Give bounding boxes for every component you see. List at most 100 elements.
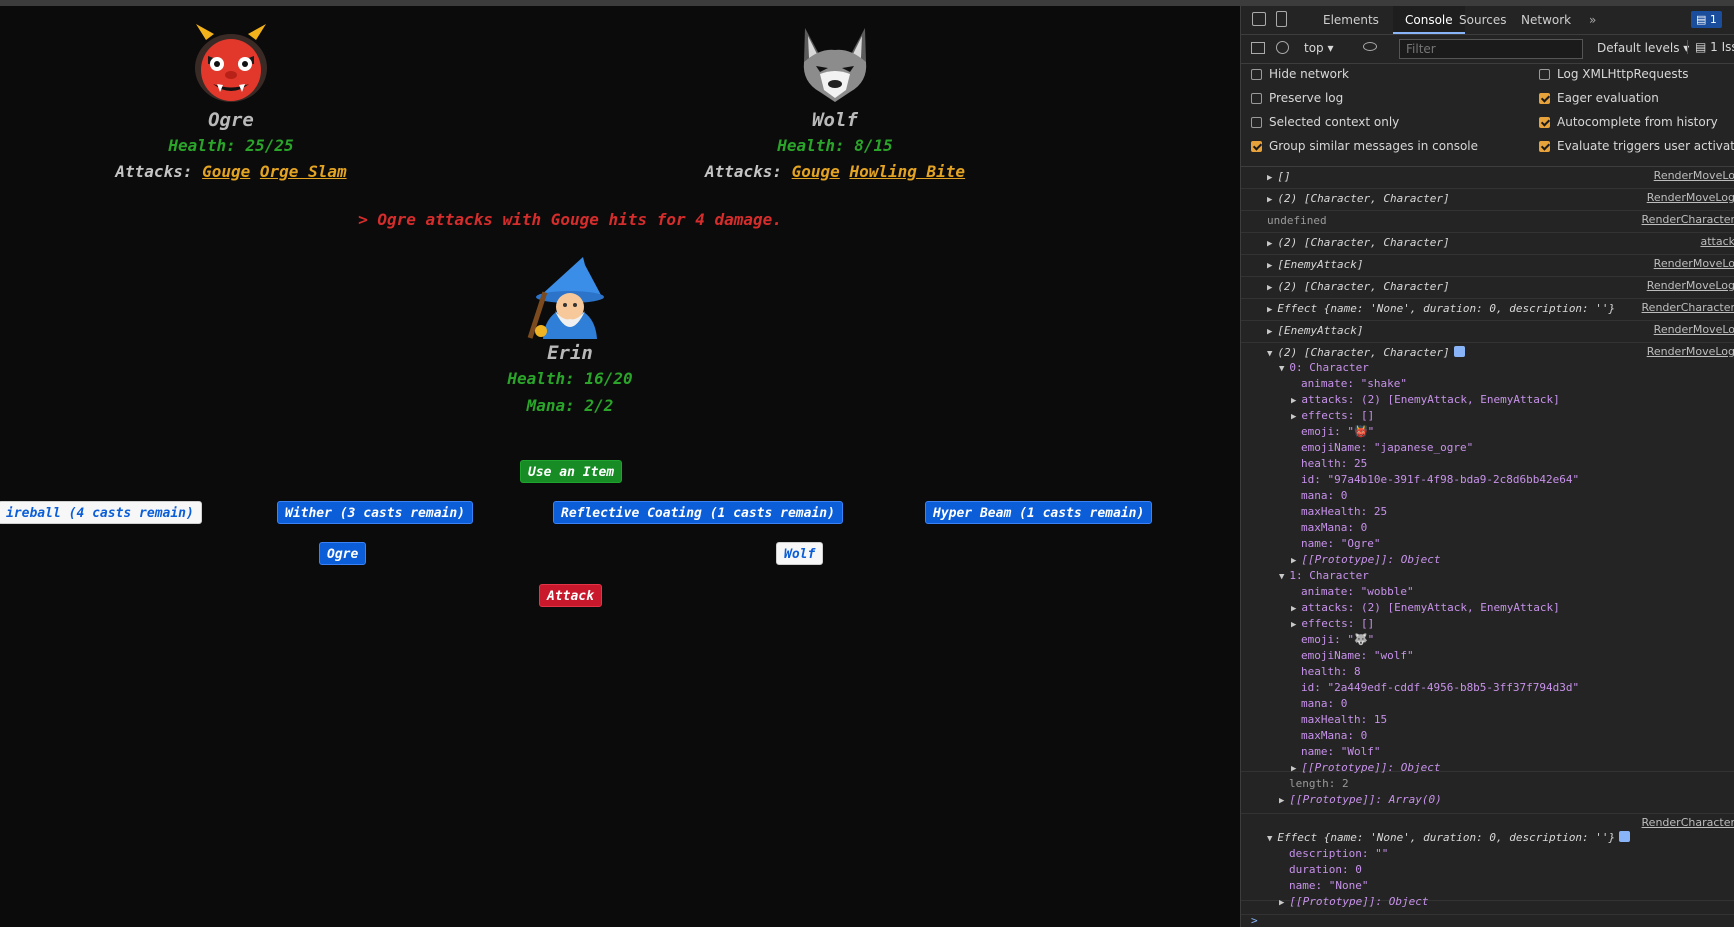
console-message-expanded[interactable]: ▼ (2) [Character, Character] RenderMoveLo… bbox=[1241, 343, 1734, 790]
issues-button[interactable]: ▤ 1 Issue bbox=[1687, 40, 1734, 54]
console-message[interactable]: ▶ [] RenderMoveLo bbox=[1241, 167, 1734, 189]
spell-button-fireball[interactable]: ireball (4 casts remain) bbox=[0, 501, 202, 524]
message-source[interactable]: RenderMoveLog bbox=[1647, 279, 1734, 292]
expand-triangle-icon[interactable]: ▶ bbox=[1291, 412, 1296, 422]
expand-triangle-icon[interactable]: ▶ bbox=[1291, 556, 1296, 566]
message-source[interactable]: RenderCharacter bbox=[1642, 213, 1734, 226]
expand-triangle-icon[interactable]: ▶ bbox=[1291, 396, 1296, 406]
target-button-ogre[interactable]: Ogre bbox=[319, 542, 367, 565]
enemy-health: Health: 8/15 bbox=[777, 136, 893, 155]
option-log-xhr[interactable]: Log XMLHttpRequests bbox=[1539, 66, 1689, 82]
console-message[interactable]: ▶ [EnemyAttack] RenderMoveLo bbox=[1241, 321, 1734, 343]
checkbox[interactable] bbox=[1539, 93, 1550, 104]
object-prop: [[Prototype]]: Array(0) bbox=[1289, 793, 1442, 806]
object-prop: emoji: "🐺" bbox=[1301, 633, 1375, 646]
expand-triangle-icon[interactable]: ▶ bbox=[1267, 239, 1272, 249]
filter-input[interactable] bbox=[1399, 39, 1583, 59]
expand-triangle-icon[interactable]: ▶ bbox=[1291, 604, 1296, 614]
checkbox[interactable] bbox=[1251, 117, 1262, 128]
option-preserve-log[interactable]: Preserve log bbox=[1251, 90, 1343, 106]
expand-triangle-icon[interactable]: ▶ bbox=[1291, 764, 1296, 774]
expand-triangle-icon[interactable]: ▶ bbox=[1267, 173, 1272, 183]
enemy-name: Ogre bbox=[208, 109, 254, 131]
inspect-element-icon[interactable] bbox=[1252, 12, 1266, 26]
checkbox[interactable] bbox=[1251, 93, 1262, 104]
console-message[interactable]: ▶ (2) [Character, Character] RenderMoveLog bbox=[1241, 277, 1734, 299]
issues-label: 1 Issue bbox=[1710, 40, 1734, 54]
clear-console-icon[interactable] bbox=[1276, 41, 1289, 54]
console-message[interactable]: ▶ (2) [Character, Character] attack bbox=[1241, 233, 1734, 255]
collapse-triangle-icon[interactable]: ▼ bbox=[1267, 349, 1272, 359]
expand-triangle-icon[interactable]: ▶ bbox=[1267, 261, 1272, 271]
message-source[interactable]: RenderMoveLo bbox=[1654, 257, 1734, 270]
device-toolbar-icon[interactable] bbox=[1276, 11, 1287, 27]
attack-link-howling-bite[interactable]: Howling Bite bbox=[849, 162, 965, 181]
checkbox[interactable] bbox=[1539, 117, 1550, 128]
message-source[interactable]: RenderMoveLo bbox=[1654, 169, 1734, 182]
target-button-wolf[interactable]: Wolf bbox=[776, 542, 824, 565]
attacks-label: Attacks: bbox=[115, 162, 193, 181]
message-source[interactable]: RenderCharacter bbox=[1642, 301, 1734, 314]
issues-badge[interactable]: ▤ 1 bbox=[1691, 11, 1722, 28]
option-hide-network[interactable]: Hide network bbox=[1251, 66, 1349, 82]
option-eager-evaluation[interactable]: Eager evaluation bbox=[1539, 90, 1659, 106]
expand-triangle-icon[interactable]: ▶ bbox=[1291, 620, 1296, 630]
enemy-card-ogre[interactable]: Ogre Health: 25/25 Attacks: Gouge Orge S… bbox=[90, 18, 372, 185]
message-source[interactable]: attack bbox=[1700, 235, 1734, 248]
attack-button[interactable]: Attack bbox=[539, 584, 602, 607]
checkbox[interactable] bbox=[1251, 141, 1262, 152]
expand-triangle-icon[interactable]: ▶ bbox=[1267, 327, 1272, 337]
eye-icon[interactable] bbox=[1363, 42, 1377, 51]
object-prop: attacks: (2) [EnemyAttack, EnemyAttack] bbox=[1301, 393, 1560, 406]
enemy-card-wolf[interactable]: Wolf Health: 8/15 Attacks: Gouge Howling… bbox=[690, 18, 980, 185]
console-message[interactable]: ▶ Effect {name: 'None', duration: 0, desc… bbox=[1241, 299, 1734, 321]
context-selector[interactable]: top ▾ bbox=[1304, 41, 1334, 55]
use-item-button[interactable]: Use an Item bbox=[520, 460, 623, 483]
tab-console[interactable]: Console bbox=[1393, 6, 1465, 34]
checkbox[interactable] bbox=[1251, 69, 1262, 80]
option-label: Autocomplete from history bbox=[1557, 115, 1718, 129]
console-message[interactable]: ▶ (2) [Character, Character] RenderMoveLog bbox=[1241, 189, 1734, 211]
option-selected-context[interactable]: Selected context only bbox=[1251, 114, 1399, 130]
collapse-triangle-icon[interactable]: ▼ bbox=[1279, 572, 1284, 582]
tab-network[interactable]: Network bbox=[1521, 6, 1571, 34]
message-source[interactable]: RenderCharacter bbox=[1642, 816, 1734, 829]
object-prop: mana: 0 bbox=[1301, 697, 1348, 710]
spell-button-hyper-beam[interactable]: Hyper Beam (1 casts remain) bbox=[925, 501, 1153, 524]
message-text: [EnemyAttack] bbox=[1277, 258, 1364, 271]
tab-sources[interactable]: Sources bbox=[1459, 6, 1506, 34]
more-tabs-icon[interactable]: » bbox=[1589, 6, 1596, 34]
checkbox[interactable] bbox=[1539, 141, 1550, 152]
message-source[interactable]: RenderMoveLog bbox=[1647, 345, 1734, 358]
attack-link-gouge[interactable]: Gouge bbox=[792, 162, 840, 181]
spell-button-reflective-coating[interactable]: Reflective Coating (1 casts remain) bbox=[553, 501, 843, 524]
console-message[interactable]: ▶ [EnemyAttack] RenderMoveLo bbox=[1241, 255, 1734, 277]
option-label: Preserve log bbox=[1269, 91, 1344, 105]
attack-link-gouge[interactable]: Gouge bbox=[202, 162, 250, 181]
collapse-triangle-icon[interactable]: ▼ bbox=[1267, 834, 1272, 844]
option-evaluate-triggers[interactable]: Evaluate triggers user activation bbox=[1539, 138, 1734, 154]
tab-elements[interactable]: Elements bbox=[1323, 6, 1379, 34]
message-text: undefined bbox=[1267, 214, 1327, 227]
option-group-similar[interactable]: Group similar messages in console bbox=[1251, 138, 1478, 154]
expand-triangle-icon[interactable]: ▶ bbox=[1267, 195, 1272, 205]
message-source[interactable]: RenderMoveLog bbox=[1647, 191, 1734, 204]
spell-button-wither[interactable]: Wither (3 casts remain) bbox=[277, 501, 474, 524]
attack-link-orge-slam[interactable]: Orge Slam bbox=[260, 162, 347, 181]
expand-triangle-icon[interactable]: ▶ bbox=[1279, 796, 1284, 806]
console-message-expanded[interactable]: RenderCharacter ▼ Effect {name: 'None', d… bbox=[1241, 813, 1734, 908]
expand-triangle-icon[interactable]: ▶ bbox=[1279, 898, 1284, 908]
checkbox[interactable] bbox=[1539, 69, 1550, 80]
expand-triangle-icon[interactable]: ▶ bbox=[1267, 305, 1272, 315]
collapse-triangle-icon[interactable]: ▼ bbox=[1279, 364, 1284, 374]
object-prop: [[Prototype]]: Object bbox=[1289, 895, 1429, 908]
message-source[interactable]: RenderMoveLo bbox=[1654, 323, 1734, 336]
object-prop: health: 25 bbox=[1301, 457, 1368, 470]
sidebar-toggle-icon[interactable] bbox=[1251, 42, 1265, 54]
console-prompt[interactable]: > bbox=[1241, 914, 1734, 927]
expand-triangle-icon[interactable]: ▶ bbox=[1267, 283, 1272, 293]
option-autocomplete[interactable]: Autocomplete from history bbox=[1539, 114, 1718, 130]
log-levels-dropdown[interactable]: Default levels ▾ bbox=[1597, 41, 1689, 55]
object-prop: name: "Ogre" bbox=[1301, 537, 1381, 550]
option-label: Log XMLHttpRequests bbox=[1557, 67, 1689, 81]
